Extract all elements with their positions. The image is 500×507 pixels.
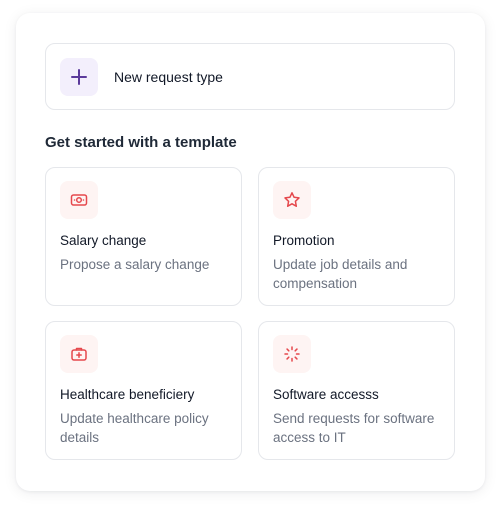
- loader-icon: [273, 335, 311, 373]
- template-description: Update healthcare policy details: [60, 411, 209, 445]
- template-description: Update job details and compensation: [273, 257, 408, 291]
- medical-kit-icon: [60, 335, 98, 373]
- section-title: Get started with a template: [45, 134, 237, 151]
- new-request-type-label: New request type: [114, 68, 223, 85]
- plus-icon: [60, 57, 98, 96]
- money-icon: [60, 181, 98, 219]
- template-card-software-access[interactable]: Software accesss Send requests for softw…: [258, 321, 455, 460]
- template-title: Healthcare beneficiery: [60, 387, 195, 402]
- template-card-healthcare-beneficiary[interactable]: Healthcare beneficiery Update healthcare…: [45, 321, 242, 460]
- template-description: Send requests for software access to IT: [273, 411, 435, 445]
- template-title: Salary change: [60, 233, 147, 248]
- new-request-type-button[interactable]: New request type: [45, 43, 455, 110]
- template-description: Propose a salary change: [60, 257, 210, 272]
- template-title: Promotion: [273, 233, 335, 248]
- template-card-promotion[interactable]: Promotion Update job details and compens…: [258, 167, 455, 306]
- star-icon: [273, 181, 311, 219]
- template-title: Software accesss: [273, 387, 379, 402]
- template-card-salary-change[interactable]: Salary change Propose a salary change: [45, 167, 242, 306]
